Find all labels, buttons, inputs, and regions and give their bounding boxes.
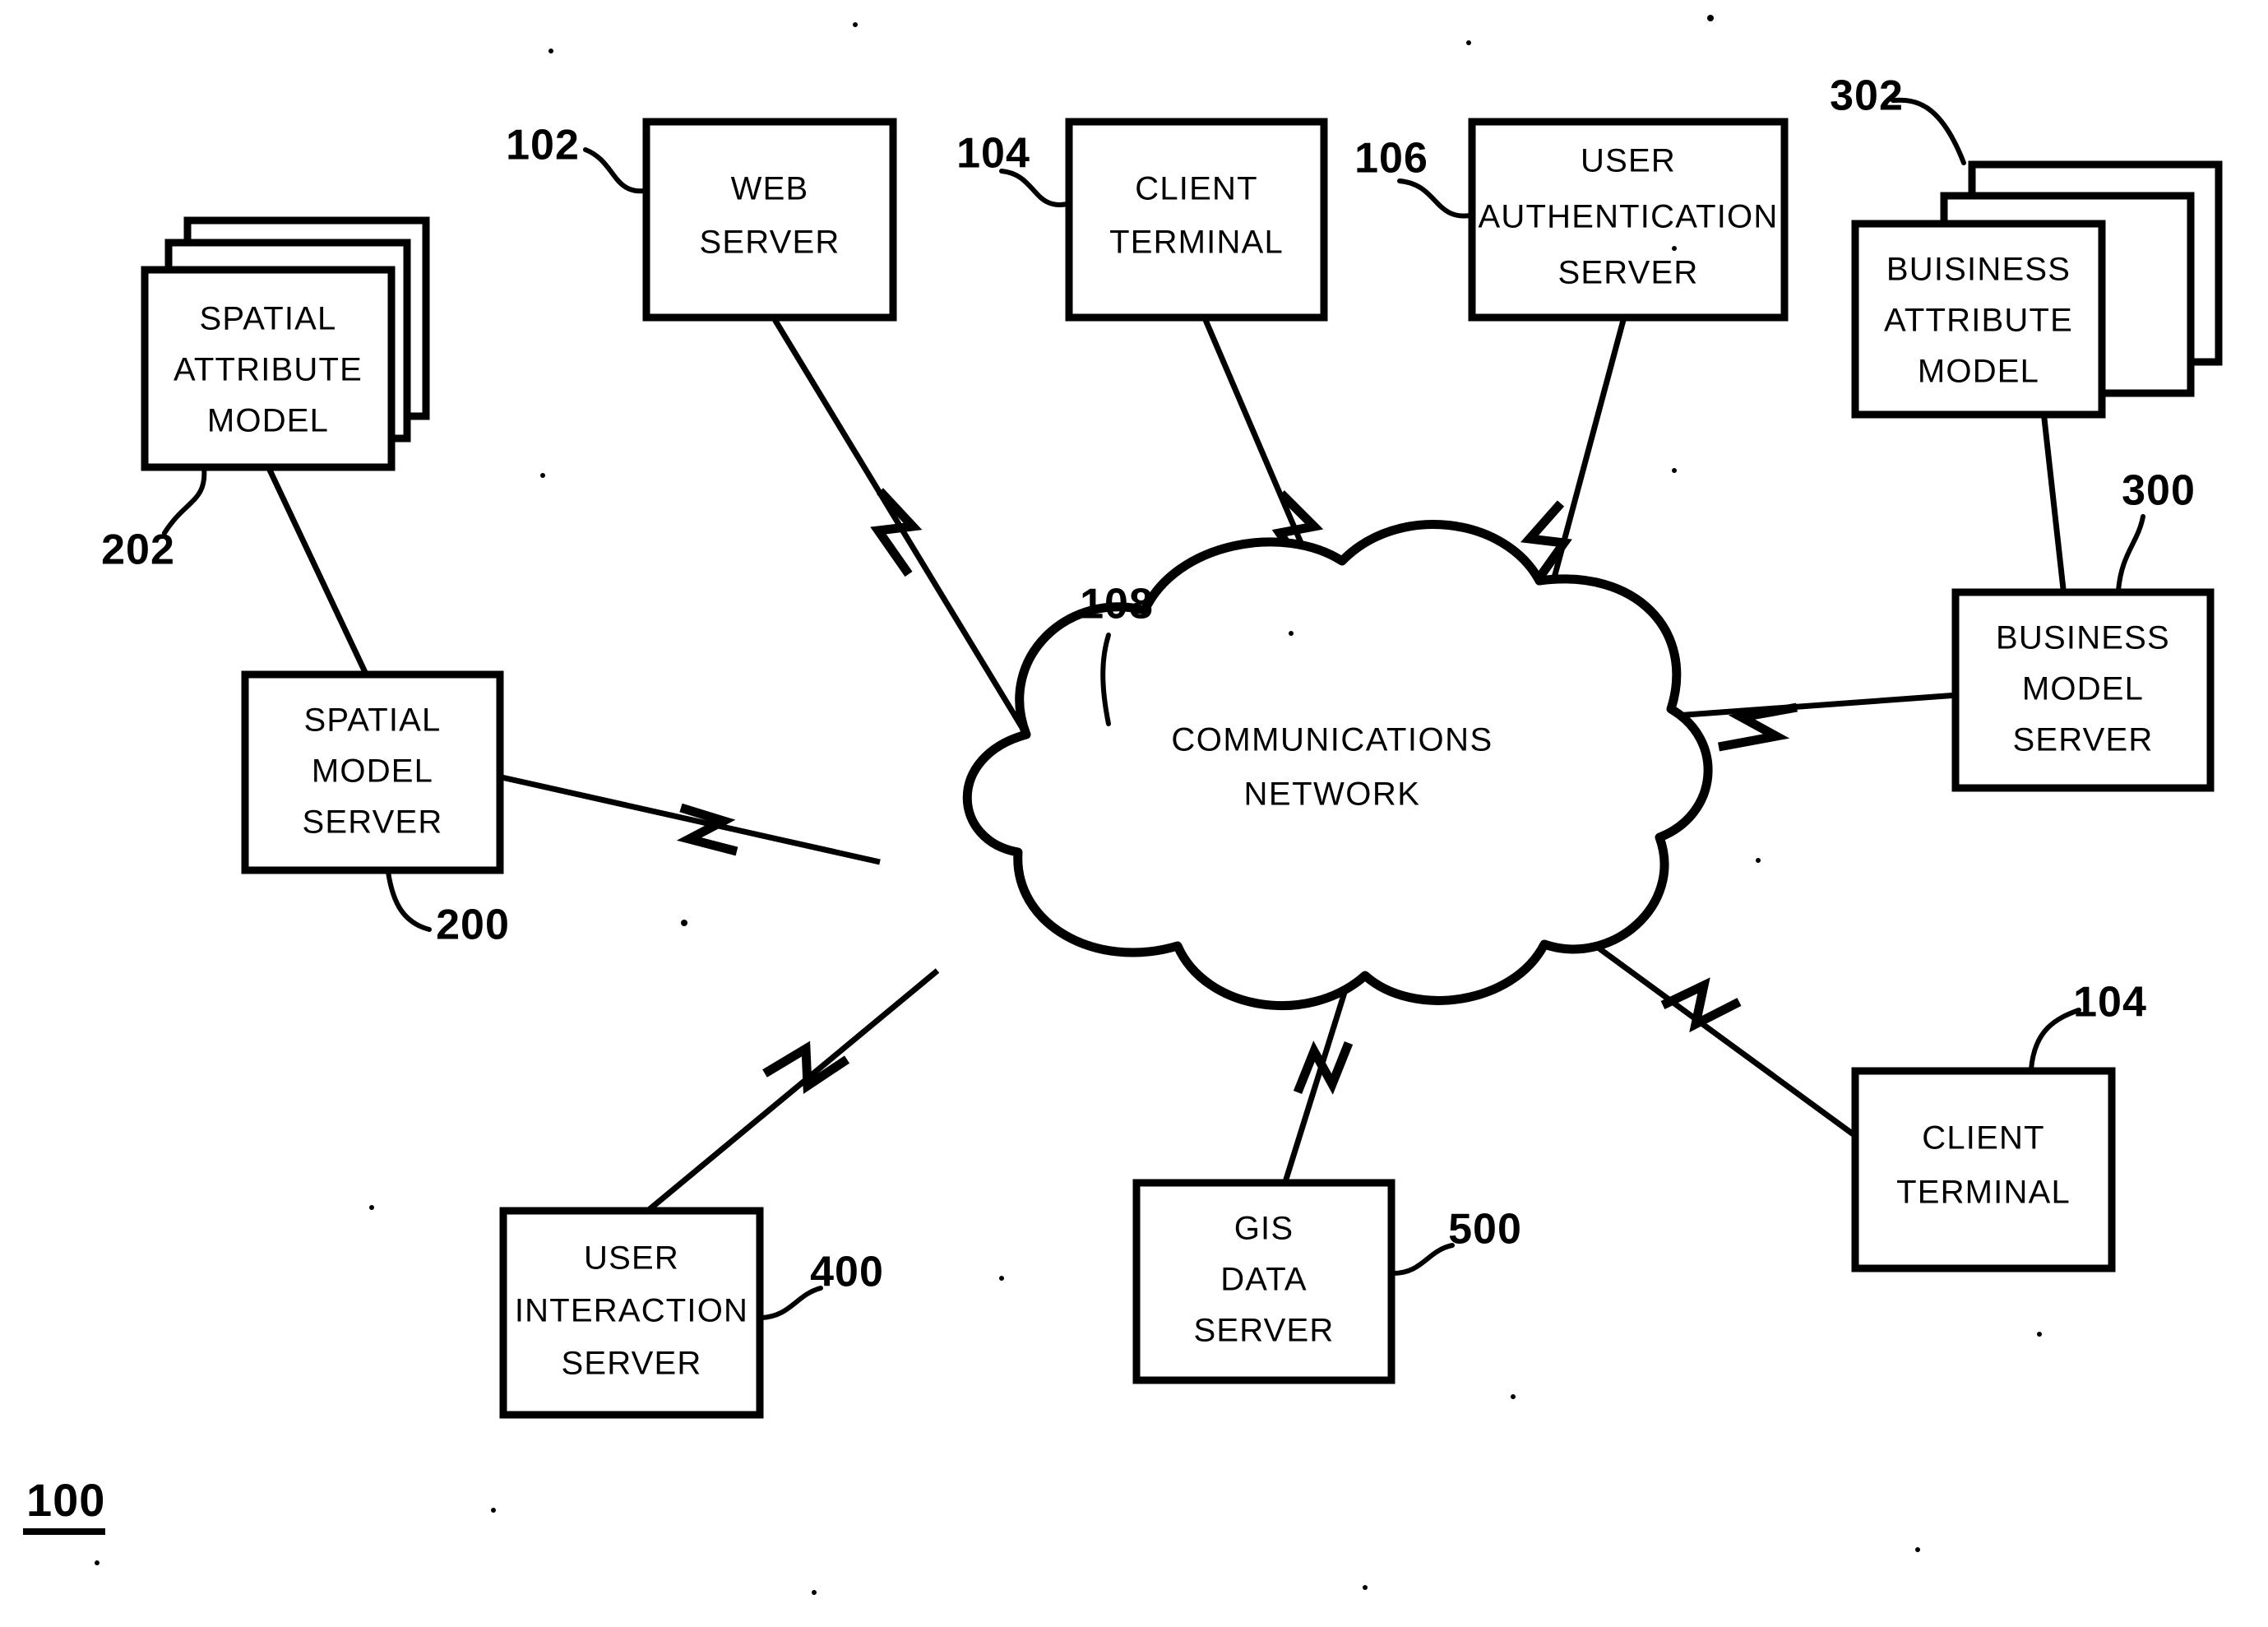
user-interaction-server-line1: USER (584, 1240, 679, 1277)
node-spatial-model-server[interactable]: SPATIAL MODEL SERVER (241, 670, 504, 874)
client-terminal-top-line2: TERMINAL (1109, 225, 1284, 261)
ref-numeral-302: 302 (1830, 72, 1904, 120)
leader-line-102 (583, 147, 647, 194)
leader-line-200 (386, 869, 432, 932)
link-buisinessattr-to-businessserver (2040, 410, 2067, 597)
communications-network-line1: COMMUNICATIONS (1171, 722, 1493, 758)
client-terminal-top-line1: CLIENT (1135, 171, 1257, 207)
client-terminal-bottom-line1: CLIENT (1922, 1120, 2044, 1157)
spatial-model-server-line3: SERVER (303, 804, 443, 841)
node-user-authentication-server[interactable]: USER AUTHENTICATION SERVER (1468, 118, 1789, 322)
ref-numeral-106: 106 (1354, 135, 1428, 183)
patent-figure: SPATIAL ATTRIBUTE MODEL 202 WEB SERVER 1… (0, 0, 2268, 1627)
link-clientterminalbottom-to-network (1576, 931, 1857, 1138)
leader-line-302 (1891, 97, 1966, 165)
leader-line-202 (162, 465, 207, 535)
node-gis-data-server[interactable]: GIS DATA SERVER (1132, 1179, 1396, 1384)
client-terminal-bottom-box (1851, 1067, 2116, 1272)
client-terminal-bottom-line2: TERMINAL (1896, 1175, 2071, 1211)
ref-numeral-108: 108 (1080, 581, 1154, 628)
cloud-icon (962, 520, 1713, 1011)
node-user-interaction-server[interactable]: USER INTERACTION SERVER (499, 1207, 764, 1419)
gis-data-server-line2: DATA (1220, 1262, 1308, 1298)
web-server-line1: WEB (731, 171, 809, 207)
user-auth-server-line1: USER (1581, 143, 1676, 179)
ref-200-group: 200 (386, 869, 510, 949)
node-client-terminal-top[interactable]: CLIENT TERMINAL (1065, 118, 1328, 322)
user-auth-server-line3: SERVER (1558, 255, 1699, 291)
ref-104-top-group: 104 (956, 130, 1070, 207)
leader-line-106 (1397, 178, 1473, 219)
figure-number-group: 100 (23, 1474, 105, 1535)
web-server-box (642, 118, 897, 322)
zigzag-icon-gis-link (1293, 1041, 1354, 1095)
communications-network-line2: NETWORK (1244, 776, 1421, 813)
ref-202-group: 202 (101, 465, 207, 574)
ref-302-group: 302 (1830, 72, 1966, 165)
leader-line-500 (1391, 1243, 1455, 1276)
ref-106-group: 106 (1354, 135, 1473, 219)
ref-numeral-104-bottom: 104 (2073, 979, 2147, 1027)
ref-numeral-104-top: 104 (956, 130, 1030, 178)
node-web-server[interactable]: WEB SERVER (642, 118, 897, 322)
spatial-model-server-line2: MODEL (312, 753, 433, 790)
gis-data-server-line1: GIS (1234, 1211, 1294, 1247)
node-buisiness-attribute-model[interactable]: BUISINESS ATTRIBUTE MODEL (1851, 160, 2223, 419)
link-spatialattr-to-spatialserver (264, 463, 373, 684)
user-interaction-server-line2: INTERACTION (515, 1293, 748, 1329)
spatial-attribute-model-line3: MODEL (207, 403, 329, 439)
ref-numeral-200: 200 (436, 902, 510, 949)
link-userinteraction-to-network (647, 968, 940, 1212)
ref-400-group: 400 (759, 1249, 884, 1320)
ref-numeral-500: 500 (1448, 1206, 1522, 1254)
node-spatial-attribute-model[interactable]: SPATIAL ATTRIBUTE MODEL (141, 216, 430, 471)
client-terminal-top-box (1065, 118, 1328, 322)
ref-numeral-400: 400 (810, 1249, 884, 1296)
ref-numeral-202: 202 (101, 526, 175, 574)
gis-data-server-line3: SERVER (1194, 1313, 1335, 1349)
web-server-line2: SERVER (700, 225, 840, 261)
ref-102-group: 102 (506, 122, 647, 194)
user-interaction-server-line3: SERVER (562, 1346, 702, 1382)
node-client-terminal-bottom[interactable]: CLIENT TERMINAL (1851, 1067, 2116, 1272)
buisiness-attribute-model-line1: BUISINESS (1886, 252, 2071, 288)
ref-104-bottom-group: 104 (2029, 979, 2147, 1072)
spatial-model-server-line1: SPATIAL (304, 702, 442, 739)
figure-canvas: SPATIAL ATTRIBUTE MODEL 202 WEB SERVER 1… (23, 15, 2223, 1595)
ref-numeral-300: 300 (2122, 467, 2196, 515)
ref-500-group: 500 (1391, 1206, 1522, 1276)
leader-line-300 (2116, 514, 2145, 593)
spatial-attribute-model-line2: ATTRIBUTE (174, 352, 363, 388)
user-auth-server-line2: AUTHENTICATION (1479, 199, 1779, 235)
figure-number: 100 (26, 1474, 105, 1526)
business-model-server-line3: SERVER (2013, 722, 2154, 758)
link-spatialserver-to-network (501, 774, 881, 865)
node-communications-network[interactable]: COMMUNICATIONS NETWORK (962, 520, 1713, 1011)
ref-numeral-102: 102 (506, 122, 580, 169)
business-model-server-line2: MODEL (2022, 671, 2144, 707)
leader-line-104-bottom (2029, 1008, 2081, 1072)
buisiness-attribute-model-line3: MODEL (1918, 354, 2039, 390)
node-business-model-server[interactable]: BUSINESS MODEL SERVER (1951, 588, 2215, 792)
business-model-server-line1: BUSINESS (1996, 620, 2170, 656)
buisiness-attribute-model-line2: ATTRIBUTE (1884, 303, 2073, 339)
ref-300-group: 300 (2116, 467, 2196, 593)
spatial-attribute-model-line1: SPATIAL (200, 301, 337, 337)
